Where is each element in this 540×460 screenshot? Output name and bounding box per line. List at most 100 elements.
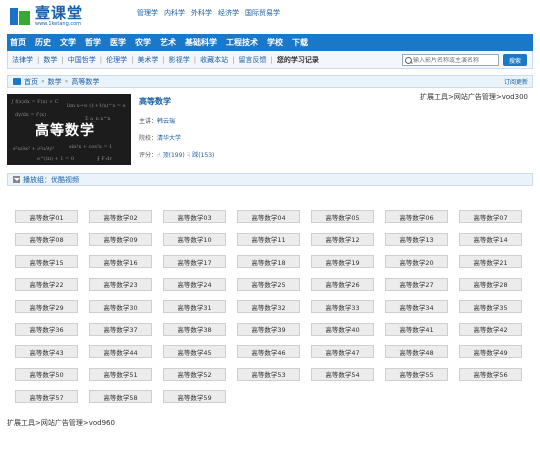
subnav-item[interactable]: 收藏本站 bbox=[200, 55, 228, 65]
episode-button[interactable]: 高等数学07 bbox=[459, 210, 522, 223]
subnav-item[interactable]: 数学 bbox=[43, 55, 57, 65]
episode-button[interactable]: 高等数学09 bbox=[89, 232, 152, 246]
episode-button[interactable]: 高等数学03 bbox=[163, 210, 226, 223]
nav-item[interactable]: 基础科学 bbox=[185, 37, 217, 48]
subnav-item[interactable]: 您的学习记录 bbox=[277, 55, 319, 65]
episode-button[interactable]: 高等数学14 bbox=[459, 232, 522, 246]
episode-button[interactable]: 高等数学22 bbox=[15, 277, 78, 291]
subnav-item[interactable]: 影视学 bbox=[169, 55, 190, 65]
episode-button[interactable]: 高等数学39 bbox=[237, 322, 300, 336]
episode-button[interactable]: 高等数学27 bbox=[385, 277, 448, 291]
top-link[interactable]: 内科学 bbox=[164, 8, 185, 18]
subnav-item[interactable]: 中国哲学 bbox=[68, 55, 96, 65]
episode-button[interactable]: 高等数学30 bbox=[89, 300, 152, 313]
nav-item[interactable]: 历史 bbox=[35, 37, 51, 48]
subnav-item[interactable]: 留言反馈 bbox=[239, 55, 267, 65]
search-button[interactable]: 搜索 bbox=[503, 54, 527, 66]
episode-button[interactable]: 高等数学56 bbox=[459, 367, 522, 381]
subnav-item[interactable]: 法律学 bbox=[12, 55, 33, 65]
site-logo[interactable]: 壹课堂 www.1ketang.com bbox=[10, 5, 83, 27]
episode-button[interactable]: 高等数学57 bbox=[15, 390, 78, 403]
episode-button[interactable]: 高等数学36 bbox=[15, 322, 78, 336]
nav-item[interactable]: 艺术 bbox=[160, 37, 176, 48]
episode-button[interactable]: 高等数学29 bbox=[15, 300, 78, 313]
episode-button[interactable]: 高等数学13 bbox=[385, 232, 448, 246]
cover-formula: e^(iπ) + 1 = 0 bbox=[37, 156, 75, 162]
nav-item[interactable]: 工程技术 bbox=[226, 37, 258, 48]
episode-button[interactable]: 高等数学34 bbox=[385, 300, 448, 313]
episode-button[interactable]: 高等数学04 bbox=[237, 210, 300, 223]
nav-item[interactable]: 学校 bbox=[267, 37, 283, 48]
breadcrumb-math[interactable]: 数学 bbox=[48, 77, 62, 87]
episode-button[interactable]: 高等数学52 bbox=[163, 367, 226, 381]
top-link[interactable]: 管理学 bbox=[137, 8, 158, 18]
episode-button[interactable]: 高等数学19 bbox=[311, 255, 374, 268]
episode-button[interactable]: 高等数学35 bbox=[459, 300, 522, 313]
thumb-up-icon[interactable]: ☝ bbox=[157, 152, 161, 159]
episode-button[interactable]: 高等数学08 bbox=[15, 232, 78, 246]
breadcrumb-course[interactable]: 高等数学 bbox=[71, 77, 99, 87]
episode-button[interactable]: 高等数学55 bbox=[385, 367, 448, 381]
episode-button[interactable]: 高等数学24 bbox=[163, 277, 226, 291]
top-link[interactable]: 外科学 bbox=[191, 8, 212, 18]
top-link[interactable]: 国际贸易学 bbox=[245, 8, 280, 18]
episode-button[interactable]: 高等数学54 bbox=[311, 367, 374, 381]
episode-button[interactable]: 高等数学59 bbox=[163, 390, 226, 403]
episode-button[interactable]: 高等数学02 bbox=[89, 210, 152, 223]
nav-item[interactable]: 文学 bbox=[60, 37, 76, 48]
episode-button[interactable]: 高等数学44 bbox=[89, 345, 152, 358]
episode-button[interactable]: 高等数学26 bbox=[311, 277, 374, 291]
episode-button[interactable]: 高等数学33 bbox=[311, 300, 374, 313]
search-input[interactable] bbox=[413, 56, 497, 64]
episode-button[interactable]: 高等数学53 bbox=[237, 367, 300, 381]
course-name[interactable]: 高等数学 bbox=[139, 96, 214, 107]
episode-button[interactable]: 高等数学12 bbox=[311, 232, 374, 246]
thumb-down-icon[interactable]: ☟ bbox=[187, 152, 191, 159]
nav-item[interactable]: 农学 bbox=[135, 37, 151, 48]
episode-button[interactable]: 高等数学47 bbox=[311, 345, 374, 358]
episode-button[interactable]: 高等数学17 bbox=[163, 255, 226, 268]
episode-button[interactable]: 高等数学41 bbox=[385, 322, 448, 336]
nav-item[interactable]: 首页 bbox=[10, 37, 26, 48]
episode-button[interactable]: 高等数学32 bbox=[237, 300, 300, 313]
nav-item[interactable]: 哲学 bbox=[85, 37, 101, 48]
episode-button[interactable]: 高等数学49 bbox=[459, 345, 522, 358]
episode-button[interactable]: 高等数学45 bbox=[163, 345, 226, 358]
episode-button[interactable]: 高等数学01 bbox=[15, 210, 78, 223]
nav-item[interactable]: 下载 bbox=[292, 37, 308, 48]
collapse-icon[interactable] bbox=[13, 176, 20, 183]
episode-button[interactable]: 高等数学06 bbox=[385, 210, 448, 223]
episode-button[interactable]: 高等数学40 bbox=[311, 322, 374, 336]
episode-button[interactable]: 高等数学05 bbox=[311, 210, 374, 223]
subnav-item[interactable]: 美术学 bbox=[137, 55, 158, 65]
subscribe-link[interactable]: 订阅更新 bbox=[504, 77, 528, 86]
episode-button[interactable]: 高等数学51 bbox=[89, 367, 152, 381]
episode-button[interactable]: 高等数学37 bbox=[89, 322, 152, 336]
course-cover-image[interactable]: 高等数学 ∫ f(x)dx = F(x) + C lim x→∞ (1+1/x)^… bbox=[7, 94, 131, 165]
episode-button[interactable]: 高等数学43 bbox=[15, 345, 78, 358]
episode-button[interactable]: 高等数学50 bbox=[15, 367, 78, 381]
episode-button[interactable]: 高等数学18 bbox=[237, 255, 300, 268]
episode-button[interactable]: 高等数学20 bbox=[385, 255, 448, 268]
episode-button[interactable]: 高等数学21 bbox=[459, 255, 522, 268]
episode-button[interactable]: 高等数学23 bbox=[89, 277, 152, 291]
breadcrumb-home[interactable]: 首页 bbox=[24, 77, 38, 87]
episode-button[interactable]: 高等数学11 bbox=[237, 232, 300, 246]
episode-button[interactable]: 高等数学10 bbox=[163, 232, 226, 246]
teacher-link[interactable]: 韩云瑞 bbox=[157, 118, 175, 125]
top-link[interactable]: 经济学 bbox=[218, 8, 239, 18]
episode-button[interactable]: 高等数学28 bbox=[459, 277, 522, 291]
episode-button[interactable]: 高等数学46 bbox=[237, 345, 300, 358]
episode-button[interactable]: 高等数学48 bbox=[385, 345, 448, 358]
nav-item[interactable]: 医学 bbox=[110, 37, 126, 48]
episode-button[interactable]: 高等数学58 bbox=[89, 390, 152, 403]
school-link[interactable]: 清华大学 bbox=[157, 135, 181, 142]
episode-button[interactable]: 高等数学16 bbox=[89, 255, 152, 268]
subnav-item[interactable]: 伦理学 bbox=[106, 55, 127, 65]
subnav-separator: | bbox=[193, 55, 197, 64]
episode-button[interactable]: 高等数学31 bbox=[163, 300, 226, 313]
episode-button[interactable]: 高等数学15 bbox=[15, 255, 78, 268]
episode-button[interactable]: 高等数学42 bbox=[459, 322, 522, 336]
episode-button[interactable]: 高等数学25 bbox=[237, 277, 300, 291]
episode-button[interactable]: 高等数学38 bbox=[163, 322, 226, 336]
